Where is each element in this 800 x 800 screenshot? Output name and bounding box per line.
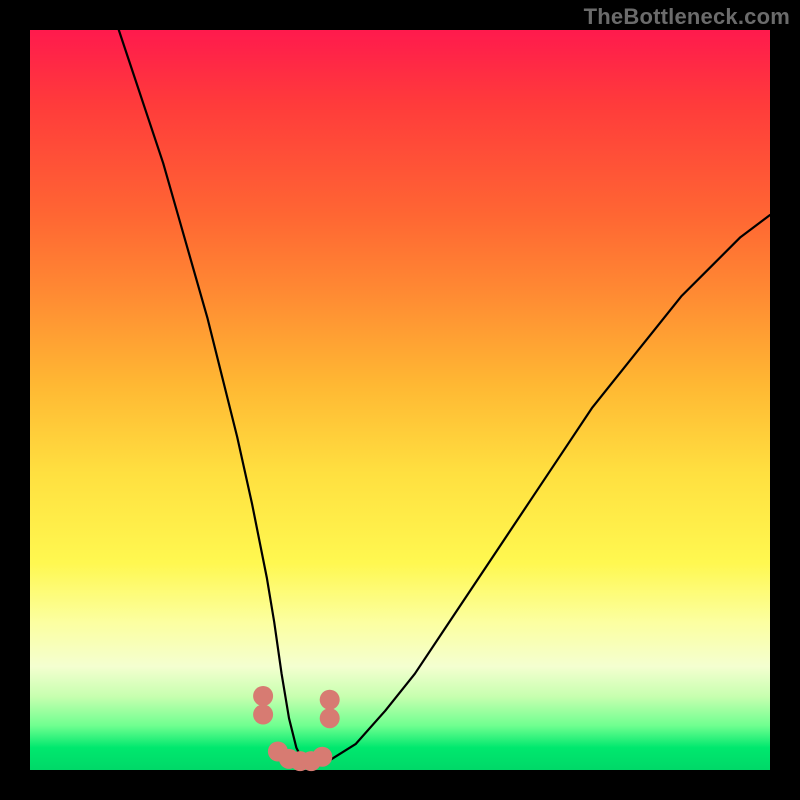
highlight-dot [253, 686, 273, 706]
watermark-text: TheBottleneck.com [584, 4, 790, 30]
highlight-dot [320, 690, 340, 710]
chart-stage: TheBottleneck.com [0, 0, 800, 800]
highlight-dot [312, 747, 332, 767]
highlight-dot [320, 708, 340, 728]
highlight-dots [253, 686, 340, 771]
curve-svg [30, 30, 770, 770]
highlight-dot [253, 705, 273, 725]
plot-area [30, 30, 770, 770]
bottleneck-curve [119, 30, 770, 766]
